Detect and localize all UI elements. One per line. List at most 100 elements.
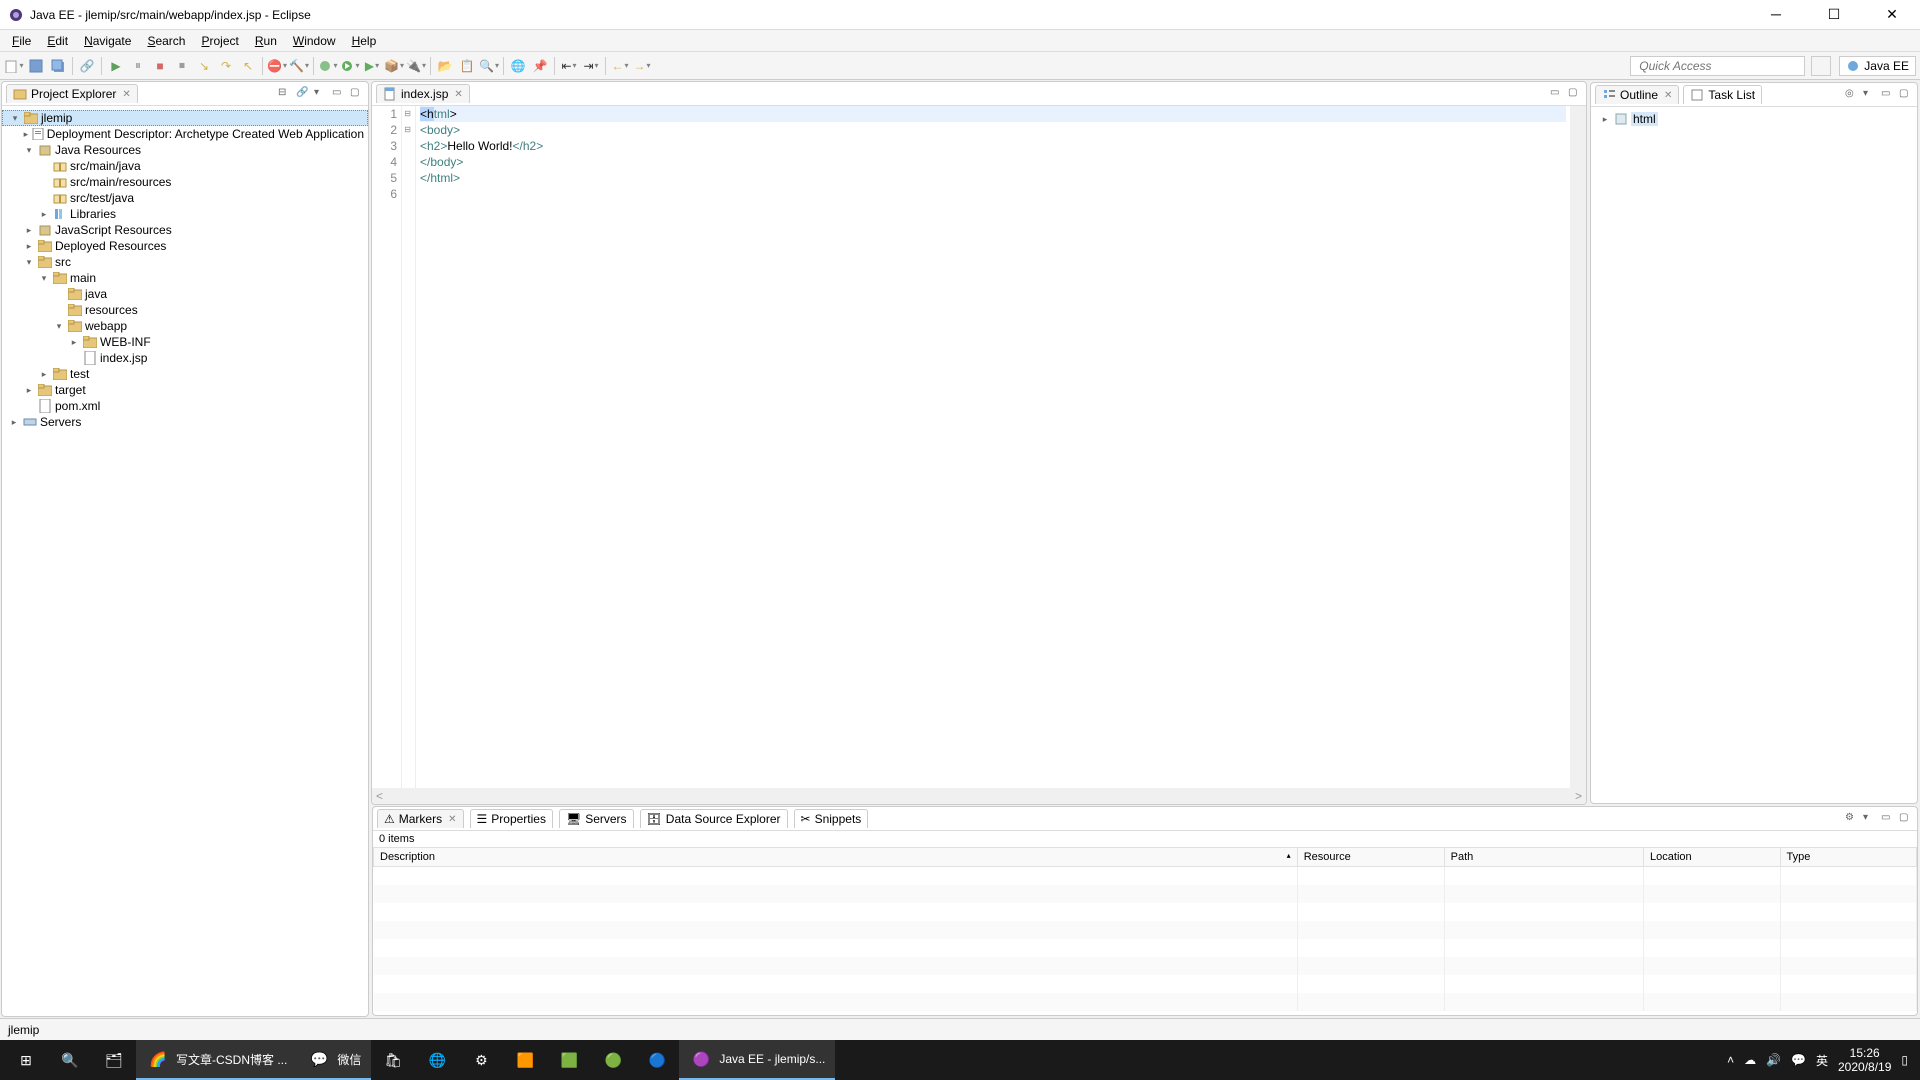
new-server-button[interactable]: 📦 xyxy=(384,56,404,76)
expand-arrow-icon[interactable]: ▸ xyxy=(23,225,35,236)
perspective-javaee[interactable]: Java EE xyxy=(1839,56,1916,76)
expand-arrow-icon[interactable]: ▸ xyxy=(38,209,50,220)
new-connection-button[interactable]: 🔌 xyxy=(406,56,426,76)
filter-icon[interactable]: ⚙ xyxy=(1845,812,1859,826)
tray-ime[interactable]: 英 xyxy=(1816,1052,1828,1069)
save-all-button[interactable] xyxy=(48,56,68,76)
maximize-icon[interactable]: ▢ xyxy=(1568,87,1582,101)
tree-item[interactable]: resources xyxy=(2,302,368,318)
tree-item[interactable]: ▾webapp xyxy=(2,318,368,334)
open-perspective-button[interactable] xyxy=(1811,56,1831,76)
code-editor[interactable]: 123456 <html><body><h2>Hello World!</h2>… xyxy=(372,106,1586,788)
tree-item[interactable]: src/main/java xyxy=(2,158,368,174)
link-editor-icon[interactable]: 🔗 xyxy=(296,87,310,101)
maximize-button[interactable]: ☐ xyxy=(1814,6,1854,23)
close-icon[interactable]: ✕ xyxy=(454,89,462,100)
menu-run[interactable]: Run xyxy=(247,32,285,50)
project-tree[interactable]: ▾jlemip▸Deployment Descriptor: Archetype… xyxy=(2,106,368,1016)
web-browser-button[interactable]: 🌐 xyxy=(508,56,528,76)
menu-project[interactable]: Project xyxy=(193,32,246,50)
tasklist-tab[interactable]: Task List xyxy=(1683,85,1762,104)
step-over-button[interactable]: ↷ xyxy=(216,56,236,76)
column-resource[interactable]: Resource xyxy=(1297,848,1444,867)
expand-arrow-icon[interactable]: ▸ xyxy=(23,241,35,252)
debug-disconnect-button[interactable]: ⏹ xyxy=(172,56,192,76)
debug-pause-button[interactable]: ⏸ xyxy=(128,56,148,76)
focus-icon[interactable]: ◎ xyxy=(1845,88,1859,102)
tray-chevron-icon[interactable]: ˄ xyxy=(1727,1053,1734,1067)
taskbar-clock[interactable]: 15:26 2020/8/19 xyxy=(1838,1046,1891,1075)
close-icon[interactable]: ✕ xyxy=(122,89,130,100)
tab-servers[interactable]: 🖥Servers xyxy=(559,809,634,828)
back-button[interactable]: ← xyxy=(610,56,630,76)
tab-snippets[interactable]: ✂Snippets xyxy=(794,809,869,828)
menu-edit[interactable]: Edit xyxy=(39,32,76,50)
close-icon[interactable]: ✕ xyxy=(448,814,456,825)
open-task-button[interactable]: 📋 xyxy=(457,56,477,76)
quick-access-input[interactable] xyxy=(1630,56,1805,76)
tab-properties[interactable]: ☰Properties xyxy=(470,809,553,828)
taskbar-item-eclipse[interactable]: 🟣Java EE - jlemip/s... xyxy=(679,1040,835,1080)
build-button[interactable]: 🔨 xyxy=(289,56,309,76)
menu-file[interactable]: File xyxy=(4,32,39,50)
debug-resume-button[interactable]: ▶ xyxy=(106,56,126,76)
column-location[interactable]: Location xyxy=(1644,848,1780,867)
toggle-button[interactable]: 🔗 xyxy=(77,56,97,76)
column-type[interactable]: Type xyxy=(1780,848,1917,867)
taskbar-action-center-icon[interactable]: ▯ xyxy=(1901,1053,1908,1067)
tray-notification-icon[interactable]: 💬 xyxy=(1791,1053,1806,1067)
taskbar-item-bag[interactable]: 🛍 xyxy=(371,1040,415,1080)
menu-window[interactable]: Window xyxy=(285,32,344,50)
expand-arrow-icon[interactable]: ▸ xyxy=(8,417,20,428)
tree-item[interactable]: ▾src xyxy=(2,254,368,270)
taskbar-item-chrome-colored[interactable]: 🌈写文章-CSDN博客 ... xyxy=(136,1040,297,1080)
menu-help[interactable]: Help xyxy=(344,32,385,50)
tab-markers[interactable]: ⚠Markers✕ xyxy=(377,809,464,828)
maximize-icon[interactable]: ▢ xyxy=(1899,812,1913,826)
taskbar-item-app3[interactable]: 🟩 xyxy=(547,1040,591,1080)
tree-item[interactable]: ▸test xyxy=(2,366,368,382)
step-into-button[interactable]: ↘ xyxy=(194,56,214,76)
debug-dropdown[interactable] xyxy=(318,56,338,76)
new-button[interactable] xyxy=(4,56,24,76)
tree-item[interactable]: ▸Deployed Resources xyxy=(2,238,368,254)
taskbar-item-win[interactable]: ⊞ xyxy=(4,1040,48,1080)
system-tray[interactable]: ˄ ☁ 🔊 💬 英 15:26 2020/8/19 ▯ xyxy=(1719,1046,1916,1075)
editor-tab-indexjsp[interactable]: index.jsp ✕ xyxy=(376,84,470,103)
tree-item[interactable]: java xyxy=(2,286,368,302)
taskbar-item-app4[interactable]: 🟢 xyxy=(591,1040,635,1080)
expand-arrow-icon[interactable]: ▾ xyxy=(23,257,35,268)
annotation-prev-button[interactable]: ⇤ xyxy=(559,56,579,76)
taskbar-item-files[interactable]: 🗂 xyxy=(92,1040,136,1080)
open-type-button[interactable]: 📂 xyxy=(435,56,455,76)
column-description[interactable]: Description xyxy=(374,848,1298,867)
vertical-scrollbar[interactable] xyxy=(1570,106,1586,788)
tree-item[interactable]: src/test/java xyxy=(2,190,368,206)
menu-search[interactable]: Search xyxy=(139,32,193,50)
taskbar-item-search[interactable]: 🔍 xyxy=(48,1040,92,1080)
run-dropdown[interactable] xyxy=(340,56,360,76)
tree-item[interactable]: ▸Deployment Descriptor: Archetype Create… xyxy=(2,126,368,142)
taskbar-item-wechat[interactable]: 💬微信 xyxy=(297,1040,371,1080)
minimize-button[interactable]: ─ xyxy=(1756,6,1796,23)
tab-data-source-explorer[interactable]: 🗄Data Source Explorer xyxy=(640,809,788,828)
collapse-all-icon[interactable]: ⊟ xyxy=(278,87,292,101)
skip-breakpoints-button[interactable]: ⛔ xyxy=(267,56,287,76)
minimize-icon[interactable]: ▭ xyxy=(332,87,346,101)
taskbar-item-chrome[interactable]: 🌐 xyxy=(415,1040,459,1080)
project-explorer-tab[interactable]: Project Explorer ✕ xyxy=(6,84,138,103)
save-button[interactable] xyxy=(26,56,46,76)
markers-table[interactable]: DescriptionResourcePathLocationType xyxy=(373,847,1917,1011)
step-return-button[interactable]: ↖ xyxy=(238,56,258,76)
outline-item-html[interactable]: ▸ html xyxy=(1595,111,1913,127)
taskbar-item-app2[interactable]: 🟧 xyxy=(503,1040,547,1080)
run-last-button[interactable]: ▶ xyxy=(362,56,382,76)
tree-item[interactable]: ▾jlemip xyxy=(2,110,368,126)
pin-button[interactable]: 📌 xyxy=(530,56,550,76)
expand-arrow-icon[interactable]: ▸ xyxy=(23,129,29,140)
close-button[interactable]: ✕ xyxy=(1872,6,1912,23)
tray-network-icon[interactable]: 🔊 xyxy=(1766,1053,1781,1067)
tree-item[interactable]: ▸JavaScript Resources xyxy=(2,222,368,238)
view-menu-icon[interactable]: ▾ xyxy=(1863,88,1877,102)
tree-item[interactable]: pom.xml xyxy=(2,398,368,414)
